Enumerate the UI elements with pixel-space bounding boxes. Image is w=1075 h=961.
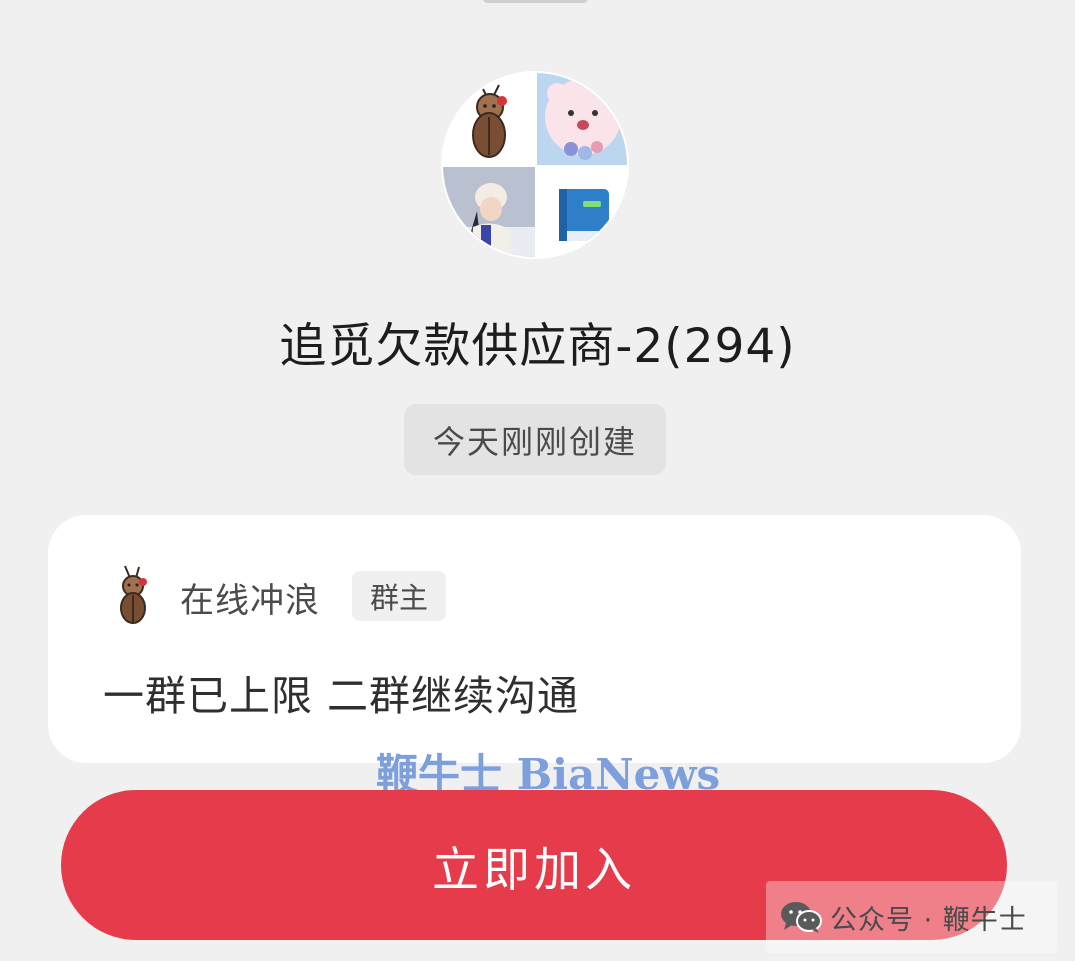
pink-bear-flowers-avatar	[537, 73, 627, 165]
owner-card	[48, 515, 1021, 763]
wechat-icon	[781, 902, 822, 933]
created-badge: 今天刚刚创建	[404, 404, 666, 475]
group-avatar	[441, 71, 629, 259]
owner-message: 一群已上限 二群继续沟通	[103, 672, 580, 720]
bug-cartoon-avatar	[443, 73, 535, 165]
bug-cartoon-icon	[120, 565, 147, 624]
owner-name[interactable]: 在线冲浪	[180, 573, 320, 622]
owner-avatar[interactable]	[108, 564, 160, 626]
owner-role-badge: 群主	[352, 571, 446, 621]
blue-book-avatar	[537, 167, 627, 257]
watermark-corner: 公众号 · 鞭牛士	[766, 881, 1057, 953]
watermark-corner-text: 公众号 · 鞭牛士	[830, 904, 1027, 936]
join-button-label: 立即加入	[432, 842, 636, 898]
group-title: 追觅欠款供应商-2(294)	[279, 319, 796, 374]
sheet-drag-handle[interactable]	[483, 0, 588, 3]
snow-girl-photo-avatar	[443, 167, 535, 257]
